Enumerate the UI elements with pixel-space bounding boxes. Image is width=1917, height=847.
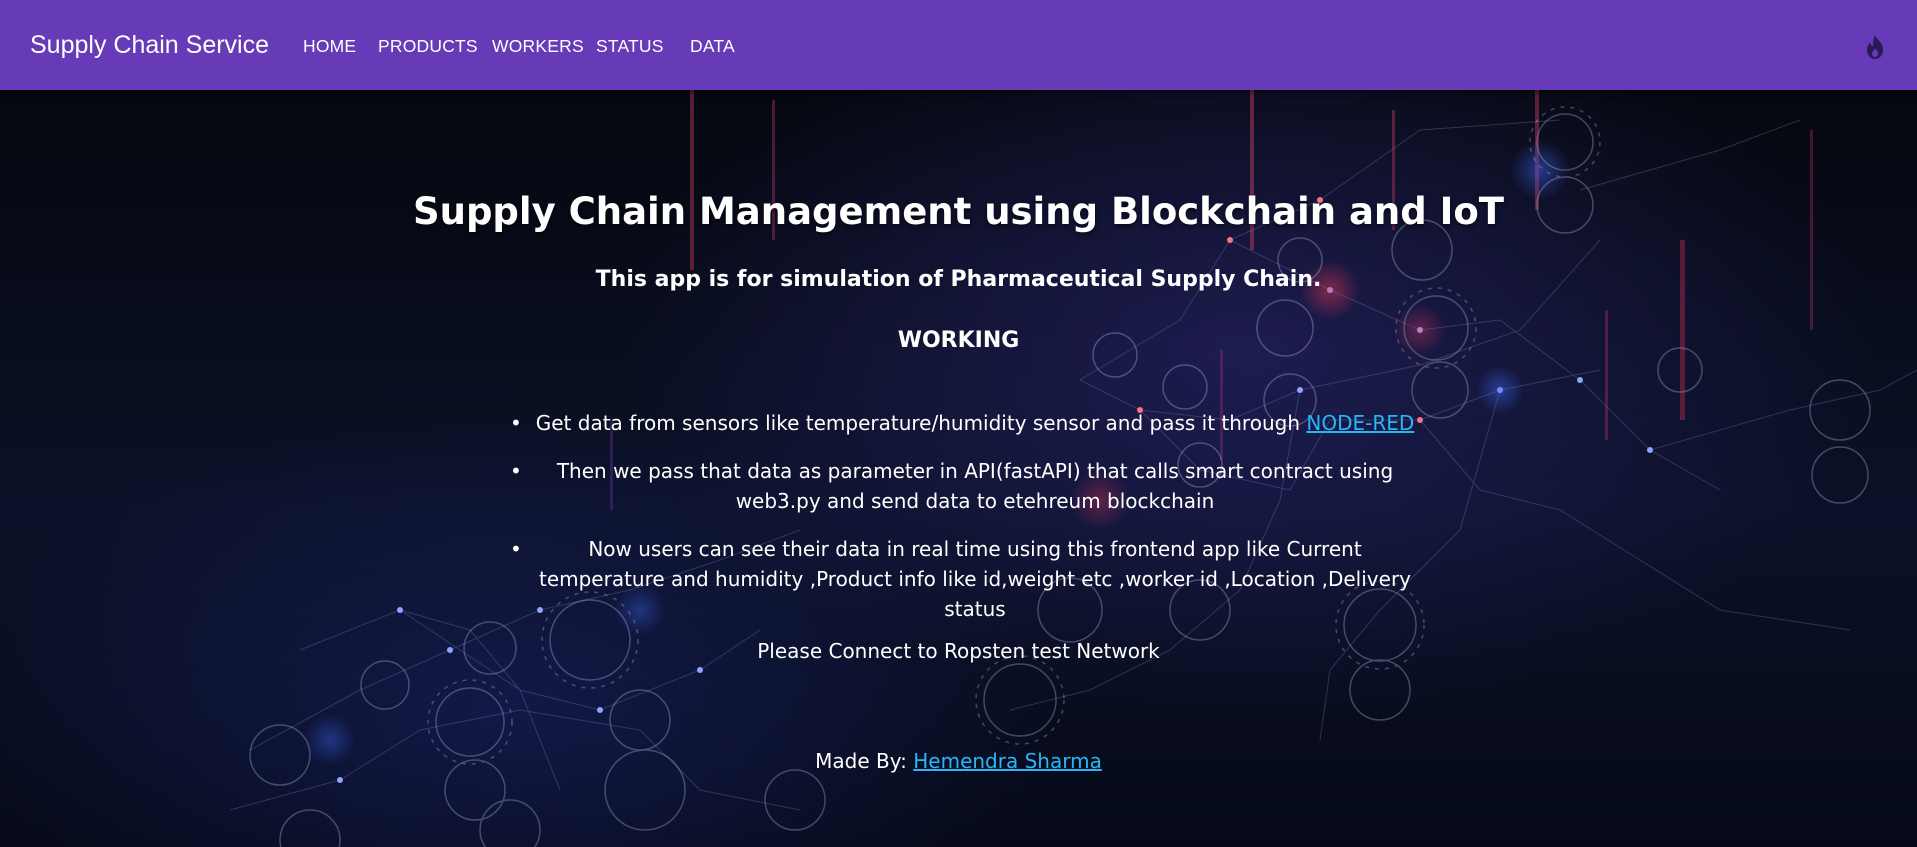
- list-item-text: Get data from sensors like temperature/h…: [530, 408, 1420, 438]
- section-heading: WORKING: [897, 328, 1020, 353]
- brand-title[interactable]: Supply Chain Service: [30, 31, 269, 60]
- network-connect-message: Please Connect to Ropsten test Network: [757, 639, 1160, 663]
- made-by-label: Made By:: [815, 749, 914, 773]
- nav-products[interactable]: PRODUCTS: [378, 36, 478, 57]
- page-subtitle: This app is for simulation of Pharmaceut…: [595, 267, 1322, 292]
- nav-status[interactable]: STATUS: [596, 36, 664, 57]
- page-title: Supply Chain Management using Blockchain…: [412, 190, 1505, 233]
- list-item: • Then we pass that data as parameter in…: [500, 456, 1440, 516]
- list-item: • Now users can see their data in real t…: [500, 534, 1440, 624]
- author-link[interactable]: Hemendra Sharma: [913, 749, 1102, 773]
- bullet-icon: •: [510, 459, 522, 483]
- nav-workers[interactable]: WORKERS: [492, 36, 584, 57]
- list-item: • Get data from sensors like temperature…: [500, 408, 1440, 438]
- made-by-credit: Made By: Hemendra Sharma: [0, 749, 1917, 773]
- node-red-link[interactable]: NODE-RED: [1306, 411, 1414, 435]
- list-item-text: Now users can see their data in real tim…: [538, 537, 1411, 621]
- nav-home[interactable]: HOME: [303, 36, 356, 57]
- top-app-bar: Supply Chain Service HOME PRODUCTS WORKE…: [0, 0, 1917, 90]
- nav-data[interactable]: DATA: [690, 36, 735, 57]
- main-content: Supply Chain Management using Blockchain…: [0, 90, 1917, 847]
- bullet-icon: •: [510, 411, 522, 435]
- bullet-icon: •: [510, 537, 522, 561]
- fire-icon[interactable]: [1863, 34, 1887, 60]
- list-item-text-before: Get data from sensors like temperature/h…: [535, 411, 1307, 435]
- list-item-text: Then we pass that data as parameter in A…: [556, 459, 1394, 513]
